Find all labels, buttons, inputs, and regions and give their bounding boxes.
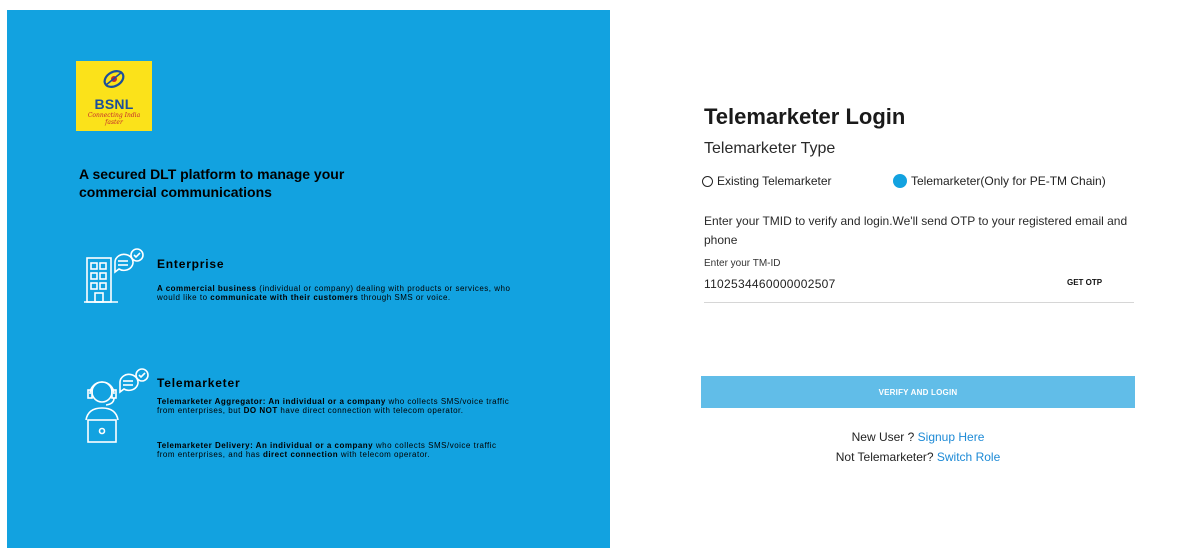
switch-role-link[interactable]: Switch Role xyxy=(937,450,1000,464)
otp-info-text: Enter your TMID to verify and login.We'l… xyxy=(704,214,1128,247)
telemarketer-type-label: Telemarketer Type xyxy=(704,140,836,157)
signup-line: New User ? Signup Here xyxy=(701,430,1135,444)
switch-role-line: Not Telemarketer? Switch Role xyxy=(701,450,1135,464)
bsnl-globe-icon xyxy=(103,70,125,88)
radio-existing-label: Existing Telemarketer xyxy=(717,174,832,188)
bsnl-logo: BSNL Connecting India faster xyxy=(76,61,152,131)
platform-headline: A secured DLT platform to manage your co… xyxy=(79,166,345,200)
telemarketer-title: Telemarketer xyxy=(157,376,241,390)
building-chat-icon xyxy=(84,248,144,303)
headset-agent-icon xyxy=(85,368,149,443)
radio-pe-tm-label: Telemarketer(Only for PE-TM Chain) xyxy=(911,174,1106,188)
get-otp-button[interactable]: GET OTP xyxy=(1067,278,1102,287)
login-title: Telemarketer Login xyxy=(704,104,906,129)
top-bar xyxy=(0,0,1199,10)
tm-id-underline xyxy=(704,302,1134,303)
radio-selected-icon[interactable] xyxy=(893,174,907,188)
telemarketer-aggregator-description: Telemarketer Aggregator: An individual o… xyxy=(157,397,510,415)
logo-tagline: Connecting India faster xyxy=(87,112,141,126)
signup-link[interactable]: Signup Here xyxy=(918,430,985,444)
new-user-text: New User ? xyxy=(851,430,918,444)
telemarketer-delivery-description: Telemarketer Delivery: An individual or … xyxy=(157,441,497,459)
verify-and-login-button[interactable]: VERIFY AND LOGIN xyxy=(701,376,1135,408)
not-telemarketer-text: Not Telemarketer? xyxy=(835,450,937,464)
radio-existing-telemarketer[interactable]: Existing Telemarketer xyxy=(702,174,832,188)
radio-pe-tm-chain[interactable]: Telemarketer(Only for PE-TM Chain) xyxy=(893,174,1106,188)
radio-unselected-icon[interactable] xyxy=(702,175,713,187)
enterprise-description: A commercial business (individual or com… xyxy=(157,284,511,302)
tm-id-input[interactable] xyxy=(704,277,1004,291)
logo-wordmark: BSNL xyxy=(94,96,134,112)
enterprise-title: Enterprise xyxy=(157,257,225,271)
tm-id-label: Enter your TM-ID xyxy=(704,258,781,269)
